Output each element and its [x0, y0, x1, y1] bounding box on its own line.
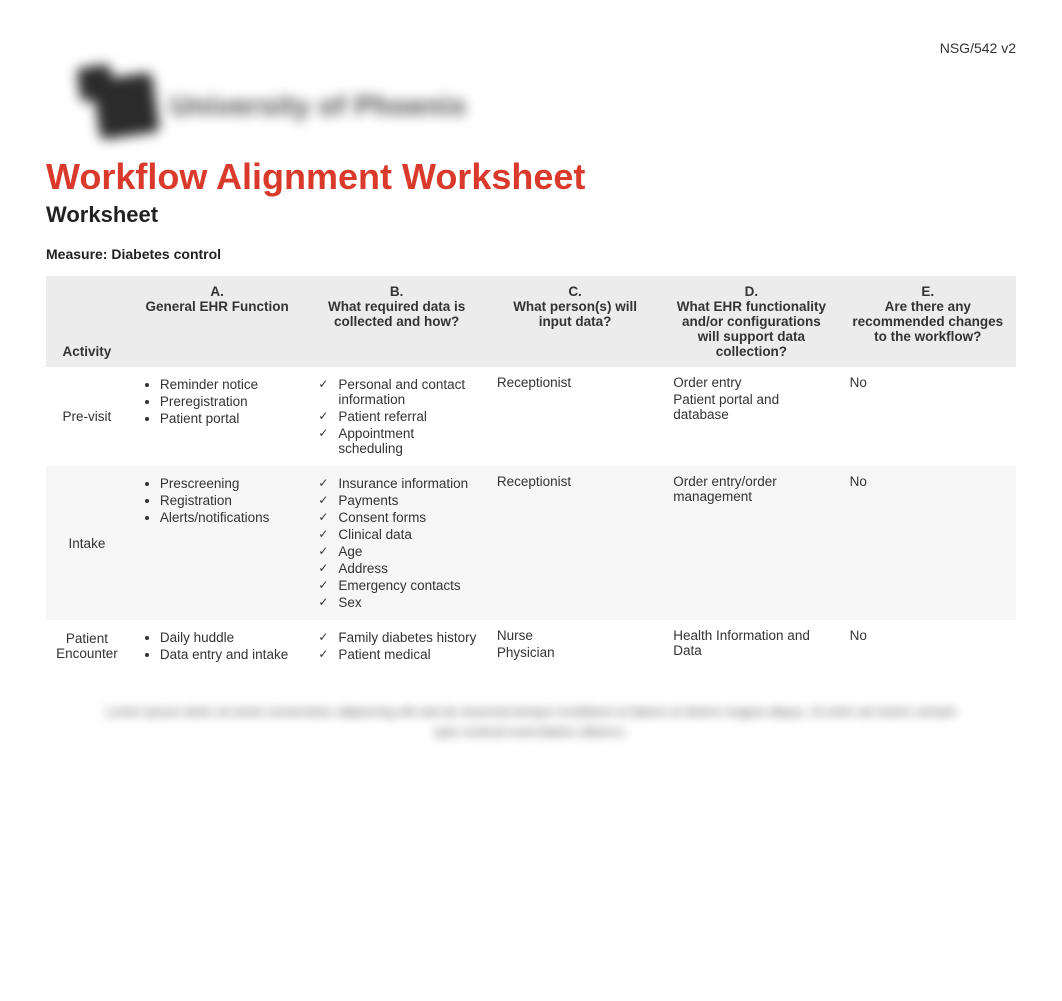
check-list: Insurance information Payments Consent f…	[316, 476, 477, 610]
text-line: Patient portal and database	[673, 392, 829, 422]
cell-c: Receptionist	[487, 466, 663, 620]
document-page: NSG/542 v2 University of Phoenix Workflo…	[0, 0, 1062, 741]
text-line: Physician	[497, 645, 653, 660]
cell-c: Nurse Physician	[487, 620, 663, 672]
check-list: Personal and contact information Patient…	[316, 377, 477, 456]
footer-text-blurred: Lorem ipsum dolor sit amet consectetur a…	[96, 702, 966, 741]
logo-icon	[92, 72, 160, 140]
list-item: Payments	[316, 493, 477, 508]
document-subtitle: Worksheet	[46, 202, 1016, 228]
list-item: Personal and contact information	[316, 377, 477, 407]
col-label: General EHR Function	[145, 299, 288, 314]
cell-d: Health Information and Data	[663, 620, 839, 672]
list-item: Emergency contacts	[316, 578, 477, 593]
text-line: Receptionist	[497, 375, 653, 390]
cell-b: Insurance information Payments Consent f…	[306, 466, 487, 620]
list-item: Daily huddle	[160, 630, 296, 645]
col-header-c: C. What person(s) will input data?	[487, 276, 663, 367]
table-header-row: Activity A. General EHR Function B. What…	[46, 276, 1016, 367]
text-line: Health Information and Data	[673, 628, 829, 658]
course-code: NSG/542 v2	[46, 40, 1016, 56]
list-item: Alerts/notifications	[160, 510, 296, 525]
list-item: Data entry and intake	[160, 647, 296, 662]
table-row: Intake Prescreening Registration Alerts/…	[46, 466, 1016, 620]
col-header-activity: Activity	[46, 276, 128, 367]
list-item: Patient referral	[316, 409, 477, 424]
col-letter: C.	[497, 284, 653, 299]
document-title: Workflow Alignment Worksheet	[46, 156, 1016, 198]
text-line: Nurse	[497, 628, 653, 643]
list-item: Clinical data	[316, 527, 477, 542]
bullet-list: Prescreening Registration Alerts/notific…	[138, 476, 296, 525]
check-list: Family diabetes history Patient medical	[316, 630, 477, 662]
col-header-a: A. General EHR Function	[128, 276, 306, 367]
cell-b: Personal and contact information Patient…	[306, 367, 487, 466]
table-body: Pre-visit Reminder notice Preregistratio…	[46, 367, 1016, 672]
cell-activity: Pre-visit	[46, 367, 128, 466]
list-item: Address	[316, 561, 477, 576]
cell-e: No	[840, 620, 1016, 672]
table-row: Pre-visit Reminder notice Preregistratio…	[46, 367, 1016, 466]
list-item: Prescreening	[160, 476, 296, 491]
cell-a: Daily huddle Data entry and intake	[128, 620, 306, 672]
brand-logo: University of Phoenix	[96, 76, 1016, 136]
table-row: Patient Encounter Daily huddle Data entr…	[46, 620, 1016, 672]
list-item: Registration	[160, 493, 296, 508]
cell-a: Prescreening Registration Alerts/notific…	[128, 466, 306, 620]
col-label: Are there any recommended changes to the…	[852, 299, 1003, 344]
workflow-table: Activity A. General EHR Function B. What…	[46, 276, 1016, 672]
cell-e: No	[840, 466, 1016, 620]
text-line: Order entry	[673, 375, 829, 390]
col-header-d: D. What EHR functionality and/or configu…	[663, 276, 839, 367]
measure-label: Measure: Diabetes control	[46, 246, 1016, 262]
list-item: Preregistration	[160, 394, 296, 409]
logo-text: University of Phoenix	[170, 90, 467, 122]
list-item: Patient medical	[316, 647, 477, 662]
bullet-list: Reminder notice Preregistration Patient …	[138, 377, 296, 426]
cell-e: No	[840, 367, 1016, 466]
text-line: Receptionist	[497, 474, 653, 489]
text-line: Order entry/order management	[673, 474, 829, 504]
cell-activity: Intake	[46, 466, 128, 620]
list-item: Patient portal	[160, 411, 296, 426]
cell-a: Reminder notice Preregistration Patient …	[128, 367, 306, 466]
list-item: Sex	[316, 595, 477, 610]
col-label: What EHR functionality and/or configurat…	[677, 299, 826, 359]
cell-activity: Patient Encounter	[46, 620, 128, 672]
cell-d: Order entry/order management	[663, 466, 839, 620]
col-letter: E.	[850, 284, 1006, 299]
list-item: Age	[316, 544, 477, 559]
col-letter: B.	[316, 284, 477, 299]
col-label: What required data is collected and how?	[328, 299, 465, 329]
cell-b: Family diabetes history Patient medical	[306, 620, 487, 672]
cell-c: Receptionist	[487, 367, 663, 466]
list-item: Reminder notice	[160, 377, 296, 392]
col-letter: A.	[138, 284, 296, 299]
bullet-list: Daily huddle Data entry and intake	[138, 630, 296, 662]
col-header-e: E. Are there any recommended changes to …	[840, 276, 1016, 367]
col-header-b: B. What required data is collected and h…	[306, 276, 487, 367]
list-item: Consent forms	[316, 510, 477, 525]
list-item: Family diabetes history	[316, 630, 477, 645]
col-label: What person(s) will input data?	[513, 299, 637, 329]
list-item: Appointment scheduling	[316, 426, 477, 456]
list-item: Insurance information	[316, 476, 477, 491]
cell-d: Order entry Patient portal and database	[663, 367, 839, 466]
col-letter: D.	[673, 284, 829, 299]
